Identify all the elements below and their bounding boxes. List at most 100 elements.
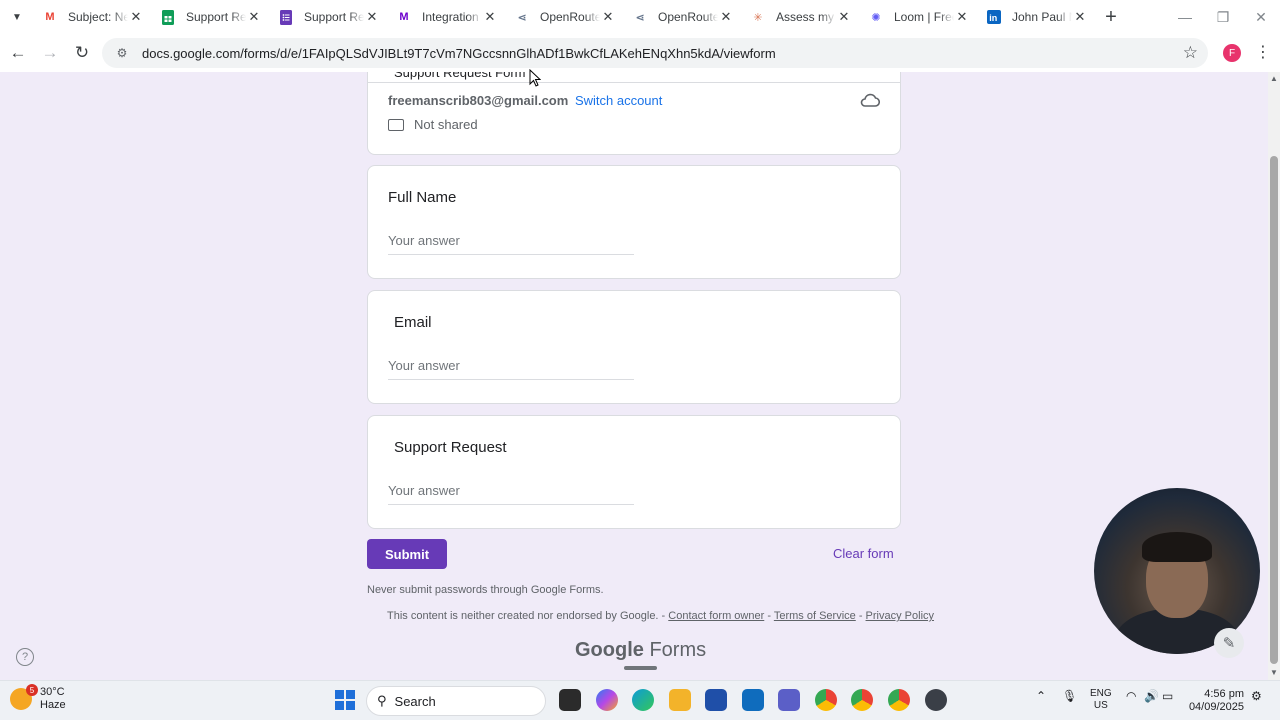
close-icon[interactable]: ✕ [1072, 9, 1088, 25]
forward-button[interactable]: → [35, 38, 65, 68]
search-icon: ⚲ [377, 693, 387, 708]
question-title: Email [394, 314, 432, 331]
microphone-icon[interactable]: 🎙 [1062, 689, 1077, 703]
tab-title: OpenRouter [658, 10, 718, 24]
claude-icon: ✳ [753, 11, 763, 24]
contact-form-owner-link[interactable]: Contact form owner [668, 610, 764, 622]
volume-icon[interactable]: 🔊 [1144, 689, 1159, 703]
weather-badge: 5 [26, 684, 38, 696]
close-icon[interactable]: ✕ [246, 9, 262, 25]
footer-prefix: This content is neither created nor endo… [387, 610, 669, 622]
close-icon[interactable]: ✕ [600, 9, 616, 25]
help-icon[interactable]: ? [16, 648, 34, 666]
scroll-up-icon[interactable]: ▲ [1270, 74, 1278, 83]
email-input[interactable]: Your answer [388, 358, 634, 380]
google-forms-logo[interactable]: Google Forms [575, 639, 706, 662]
notifications-icon[interactable]: ⚙ [1251, 689, 1262, 703]
tray-chevron-icon[interactable]: ⌃ [1036, 689, 1046, 703]
windows-start-icon[interactable] [335, 690, 355, 710]
lang-line1: ENG [1090, 688, 1112, 699]
footer-separator: - [764, 610, 774, 622]
forms-icon [278, 9, 294, 25]
chrome-profile-app-icon[interactable] [851, 689, 873, 711]
full-name-input[interactable]: Your answer [388, 233, 634, 255]
support-request-input[interactable]: Your answer [388, 483, 634, 505]
wifi-icon[interactable]: ◠ [1126, 689, 1136, 703]
outlook-app-icon[interactable] [742, 689, 764, 711]
mouse-cursor-icon [529, 69, 541, 87]
teams-app-icon[interactable] [778, 689, 800, 711]
terms-of-service-link[interactable]: Terms of Service [774, 610, 856, 622]
restore-icon[interactable]: ❐ [1204, 0, 1242, 34]
close-icon[interactable]: ✕ [718, 9, 734, 25]
reload-button[interactable]: ↻ [67, 38, 97, 68]
not-shared-row: Not shared [388, 117, 478, 132]
weather-widget[interactable]: 5 30°C Haze [10, 684, 66, 712]
window-close-icon[interactable]: ✕ [1242, 0, 1280, 34]
bookmark-star-icon[interactable]: ☆ [1183, 43, 1198, 63]
edge-app-icon[interactable] [632, 689, 654, 711]
language-indicator[interactable]: ENG US [1090, 688, 1112, 712]
terminal-app-icon[interactable] [559, 689, 581, 711]
form-title: Support Request Form [394, 72, 526, 80]
edit-pencil-icon[interactable]: ✎ [1214, 628, 1244, 658]
make-icon: M [399, 11, 409, 23]
taskbar-search-label: Search [394, 693, 436, 709]
tab-gmail[interactable]: M Subject: New ✕ [34, 0, 152, 34]
settings-app-icon[interactable] [925, 689, 947, 711]
tab-title: John Paul Ni [1012, 10, 1072, 24]
file-explorer-icon[interactable] [669, 689, 691, 711]
browser-menu-icon[interactable]: ⋮ [1255, 42, 1271, 62]
address-bar[interactable]: ⚙ docs.google.com/forms/d/e/1FAIpQLSdVJI… [102, 38, 1208, 68]
tab-title: Support Requ [304, 10, 364, 24]
chrome-profile-2-app-icon[interactable] [888, 689, 910, 711]
tab-title: OpenRouter [540, 10, 600, 24]
chrome-app-icon[interactable] [815, 689, 837, 711]
tab-sheets[interactable]: Support Requ ✕ [152, 0, 270, 34]
close-icon[interactable]: ✕ [836, 9, 852, 25]
copilot-app-icon[interactable] [596, 689, 618, 711]
tab-integration[interactable]: M Integration G ✕ [388, 0, 506, 34]
tab-openrouter-1[interactable]: ⋖ OpenRouter ✕ [506, 0, 624, 34]
footer-separator: - [855, 610, 866, 622]
sheets-icon [160, 9, 176, 25]
battery-icon[interactable]: ▭ [1162, 689, 1173, 703]
new-tab-button[interactable]: + [1096, 6, 1126, 29]
taskbar-clock[interactable]: 4:56 pm 04/09/2025 [1180, 688, 1244, 714]
scroll-down-icon[interactable]: ▼ [1270, 668, 1278, 677]
close-icon[interactable]: ✕ [482, 9, 498, 25]
site-info-icon[interactable]: ⚙ [114, 45, 130, 61]
windows-taskbar: 5 30°C Haze ⚲ Search ⌃ 🎙 ENG US ◠ 🔊 ▭ 4:… [0, 680, 1280, 720]
tab-loom[interactable]: ✺ Loom | Free S ✕ [860, 0, 978, 34]
account-email: freemanscrib803@gmail.com [388, 93, 569, 108]
tab-title: Loom | Free S [894, 10, 954, 24]
tab-forms-active[interactable]: Support Requ ✕ [270, 0, 388, 34]
tab-strip: ▼ M Subject: New ✕ Support Requ ✕ Suppor… [0, 0, 1280, 34]
logo-forms-text: Forms [649, 639, 707, 661]
back-button[interactable]: ← [3, 38, 33, 68]
submit-button[interactable]: Submit [367, 539, 447, 569]
tab-search-chevron-icon[interactable]: ▼ [0, 0, 34, 34]
scrollbar-thumb[interactable] [1270, 156, 1278, 664]
profile-avatar[interactable]: F [1223, 44, 1241, 62]
tab-title: Subject: New [68, 10, 128, 24]
tab-openrouter-2[interactable]: ⋖ OpenRouter ✕ [624, 0, 742, 34]
close-icon[interactable]: ✕ [128, 9, 144, 25]
microsoft-store-icon[interactable] [705, 689, 727, 711]
tab-claude[interactable]: ✳ Assess my ap ✕ [742, 0, 860, 34]
header-divider [368, 82, 900, 83]
minimize-icon[interactable]: — [1166, 0, 1204, 34]
weather-sun-icon: 5 [10, 684, 38, 710]
privacy-policy-link[interactable]: Privacy Policy [866, 610, 934, 622]
webcam-person-hair [1142, 532, 1212, 562]
tab-title: Integration G [422, 10, 482, 24]
clear-form-button[interactable]: Clear form [833, 546, 894, 561]
close-icon[interactable]: ✕ [954, 9, 970, 25]
question-title: Support Request [394, 439, 507, 456]
footer-disclaimer: This content is neither created nor endo… [387, 610, 934, 622]
taskbar-search-box[interactable]: ⚲ Search [366, 686, 546, 716]
switch-account-link[interactable]: Switch account [575, 93, 662, 108]
form-header-card: Support Request Form freemanscrib803@gma… [367, 72, 901, 155]
tab-linkedin[interactable]: in John Paul Ni ✕ [978, 0, 1096, 34]
close-icon[interactable]: ✕ [364, 9, 380, 25]
